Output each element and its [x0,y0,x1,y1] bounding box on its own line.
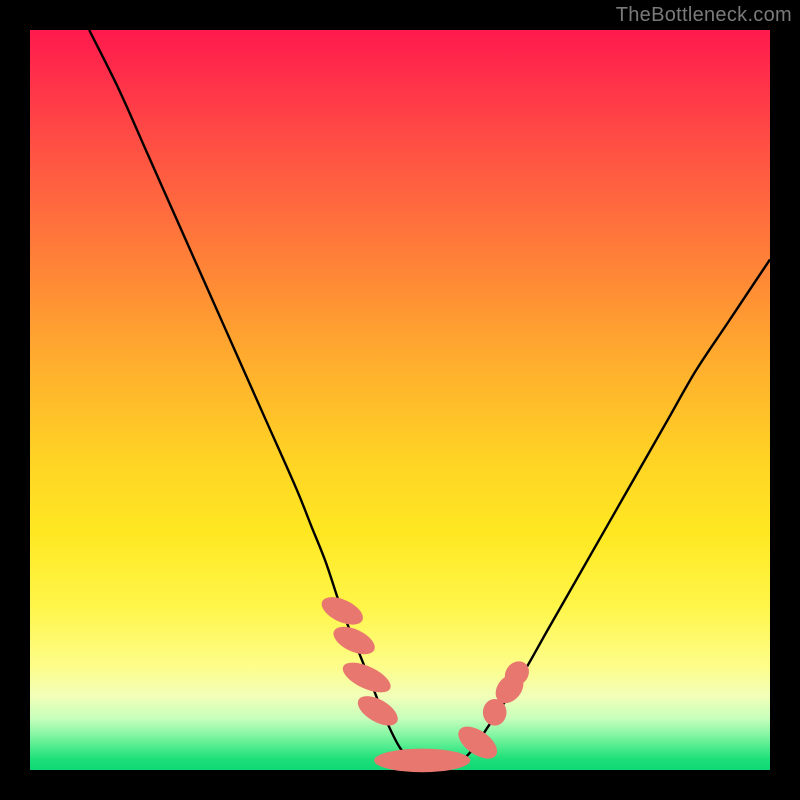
bottleneck-curve-path [89,30,770,767]
chart-frame: TheBottleneck.com [0,0,800,800]
curve-marker [317,591,367,630]
curve-marker [329,621,379,660]
curve-marker [483,699,507,726]
curve-marker [353,690,403,731]
curve-marker [374,749,470,773]
curve-markers [317,591,533,772]
plot-area [30,30,770,770]
curve-svg [30,30,770,770]
watermark-text: TheBottleneck.com [616,4,792,27]
curve-marker [339,656,395,698]
